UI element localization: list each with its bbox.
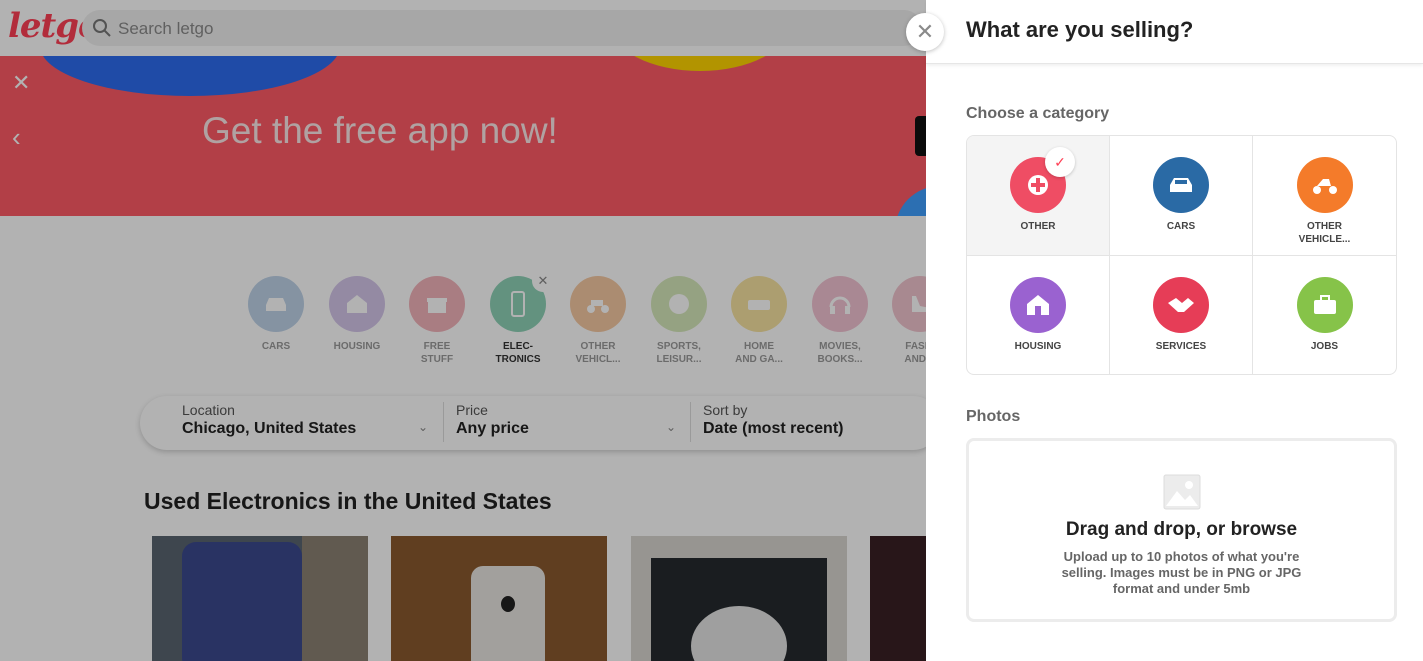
option-jobs[interactable]: JOBS xyxy=(1253,256,1396,374)
modal-backdrop[interactable] xyxy=(0,0,926,661)
scooter-icon xyxy=(1296,157,1353,213)
dropzone-title[interactable]: Drag and drop, or browse xyxy=(969,519,1394,541)
photos-label: Photos xyxy=(966,408,1021,425)
choose-category-label: Choose a category xyxy=(966,105,1110,122)
option-services[interactable]: SERVICES xyxy=(1110,256,1253,374)
briefcase-icon xyxy=(1296,277,1353,333)
option-other[interactable]: ✓ OTHER xyxy=(967,136,1110,256)
dropzone-instructions: Upload up to 10 photos of what you're se… xyxy=(1061,549,1302,596)
category-grid: ✓ OTHER CARS OTHER VEHICLE... HOUSING SE… xyxy=(966,135,1397,375)
option-housing[interactable]: HOUSING xyxy=(967,256,1110,374)
checkmark-icon: ✓ xyxy=(1045,147,1075,177)
close-icon: ✕ xyxy=(915,19,935,44)
car-icon xyxy=(1153,157,1209,213)
sell-panel: What are you selling? Choose a category … xyxy=(926,0,1423,661)
house-icon xyxy=(1010,277,1066,333)
close-modal-button[interactable]: ✕ xyxy=(906,13,944,51)
photo-dropzone[interactable]: Drag and drop, or browse Upload up to 10… xyxy=(966,438,1397,622)
option-cars[interactable]: CARS xyxy=(1110,136,1253,256)
option-other-vehicles[interactable]: OTHER VEHICLE... xyxy=(1253,136,1396,256)
panel-header: What are you selling? xyxy=(926,0,1423,64)
handshake-icon xyxy=(1153,277,1209,333)
panel-title: What are you selling? xyxy=(966,17,1194,42)
image-placeholder-icon xyxy=(1163,474,1200,510)
